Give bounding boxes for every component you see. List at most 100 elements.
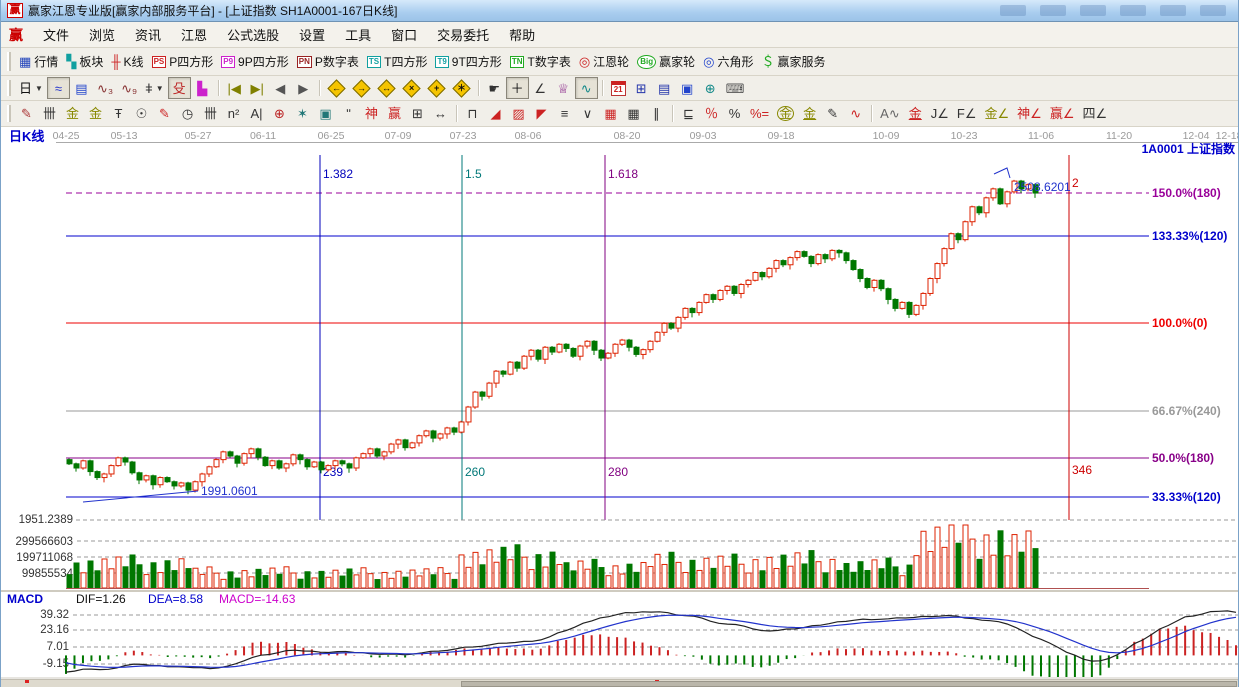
- zigzag-tool[interactable]: ∨: [576, 103, 599, 125]
- p-number-table-button[interactable]: PN P数字表: [293, 51, 363, 73]
- shen-angle-tool[interactable]: 神∠: [1013, 103, 1046, 125]
- parallel-lines-tool[interactable]: ∥: [645, 103, 668, 125]
- four-angle-tool[interactable]: 四∠: [1078, 103, 1111, 125]
- menu-item-交易委托[interactable]: 交易委托: [427, 22, 499, 47]
- gann-wheel-button[interactable]: ◎ 江恩轮: [575, 51, 633, 73]
- diary-button[interactable]: ▤: [653, 77, 676, 99]
- gold-level-tool[interactable]: 金: [798, 103, 821, 125]
- percent-line-tool[interactable]: ％: [700, 103, 723, 125]
- hexagon-button[interactable]: ◎ 六角形: [699, 51, 757, 73]
- angle-marks-tool[interactable]: ʺ: [337, 103, 360, 125]
- network-button[interactable]: ⊕: [699, 77, 722, 99]
- gann-fan-tool[interactable]: ◢: [484, 103, 507, 125]
- nine-t-square-button[interactable]: T9 9T四方形: [431, 51, 505, 73]
- price-table-tool[interactable]: ⊑: [677, 103, 700, 125]
- menu-item-江恩[interactable]: 江恩: [171, 22, 217, 47]
- dense-lines-tool[interactable]: 卌: [199, 103, 222, 125]
- titlebar-status-item[interactable]: [1200, 5, 1226, 16]
- diamond-expand-button[interactable]: +: [424, 77, 449, 99]
- gold-circle-tool[interactable]: 金: [773, 103, 798, 125]
- box-frame-tool[interactable]: ⊓: [461, 103, 484, 125]
- note-tool[interactable]: ▤: [70, 77, 93, 99]
- titlebar-status-item[interactable]: [1040, 5, 1066, 16]
- nine-p-square-button[interactable]: P9 9P四方形: [217, 51, 292, 73]
- calendar-button[interactable]: 21: [607, 77, 630, 99]
- titlebar-status-item[interactable]: [1000, 5, 1026, 16]
- square-web-tool[interactable]: ▣: [314, 103, 337, 125]
- circle-cross-tool[interactable]: ⊕: [268, 103, 291, 125]
- kline-chart[interactable]: 04-25 05-13 05-27 06-11 06-25 07-09 07-23 08-06…: [1, 127, 1239, 679]
- prev-page-button[interactable]: ◀: [269, 77, 292, 99]
- menu-item-工具[interactable]: 工具: [335, 22, 381, 47]
- gold-angle-tool[interactable]: 金∠: [981, 103, 1014, 125]
- last-page-button[interactable]: ▶|: [246, 77, 269, 99]
- ruler-tool[interactable]: ⊞: [406, 103, 429, 125]
- percent-tool[interactable]: %: [723, 103, 746, 125]
- diamond-hspan-button[interactable]: ↔: [374, 77, 399, 99]
- horizontal-scrollbar[interactable]: [1, 679, 1238, 687]
- crosshair-tool[interactable]: ＋: [505, 77, 529, 99]
- angle-measure-tool[interactable]: ∠: [529, 77, 552, 99]
- percent-level-tool[interactable]: %=: [746, 103, 773, 125]
- menu-item-设置[interactable]: 设置: [289, 22, 335, 47]
- hand-tool[interactable]: ☛: [483, 77, 506, 99]
- grid-lines-tool[interactable]: 卌: [38, 103, 61, 125]
- f-angle-tool[interactable]: F∠: [953, 103, 981, 125]
- kline-button[interactable]: ╫ K线: [107, 51, 147, 73]
- red-grid-tool[interactable]: ▦: [599, 103, 622, 125]
- diamond-close-button[interactable]: ×: [399, 77, 424, 99]
- f-lines-tool[interactable]: Ŧ: [107, 103, 130, 125]
- j-angle-tool[interactable]: J∠: [927, 103, 953, 125]
- first-page-button[interactable]: |◀: [223, 77, 246, 99]
- crown-tool[interactable]: ♕: [552, 77, 575, 99]
- a-line-tool[interactable]: A|: [245, 103, 268, 125]
- shen-tool[interactable]: 神: [360, 103, 383, 125]
- ying-tool[interactable]: 赢: [383, 103, 406, 125]
- wave3-tool[interactable]: ∿₃: [93, 77, 117, 99]
- histogram-tool[interactable]: ▙: [191, 77, 214, 99]
- gold-line2-tool[interactable]: 金: [84, 103, 107, 125]
- wave-scan-tool[interactable]: ∿: [574, 77, 598, 99]
- gold-line-tool[interactable]: 金: [61, 103, 84, 125]
- p-square-button[interactable]: PS P四方形: [148, 51, 218, 73]
- menu-item-帮助[interactable]: 帮助: [499, 22, 545, 47]
- rays-tool[interactable]: ≡: [553, 103, 576, 125]
- marker-tool[interactable]: ✎: [153, 103, 176, 125]
- spiral-tool[interactable]: ☉: [130, 103, 153, 125]
- t-number-table-button[interactable]: TN T数字表: [506, 51, 575, 73]
- gann-fan3-tool[interactable]: ◤: [530, 103, 553, 125]
- menu-item-文件[interactable]: 文件: [33, 22, 79, 47]
- menu-item-窗口[interactable]: 窗口: [381, 22, 427, 47]
- n-square-tool[interactable]: n²: [222, 103, 245, 125]
- wave-a-tool[interactable]: ∿: [844, 103, 867, 125]
- wave9-tool[interactable]: ∿₉: [117, 77, 141, 99]
- titlebar-status-item[interactable]: [1160, 5, 1186, 16]
- calculator-button[interactable]: ⊞: [630, 77, 653, 99]
- blade-tool[interactable]: ✎: [15, 103, 38, 125]
- brush-tool[interactable]: ✎: [821, 103, 844, 125]
- menu-item-公式选股[interactable]: 公式选股: [217, 22, 289, 47]
- span-arrow-tool[interactable]: ↔: [429, 103, 452, 125]
- diamond-move-button[interactable]: ＊: [449, 77, 474, 99]
- freehand-tool[interactable]: ≈: [46, 77, 70, 99]
- menu-item-资讯[interactable]: 资讯: [125, 22, 171, 47]
- grid-arrow-tool[interactable]: ▦: [622, 103, 645, 125]
- menu-item-浏览[interactable]: 浏览: [79, 22, 125, 47]
- quotes-button[interactable]: ▦ 行情: [15, 51, 62, 73]
- sectors-button[interactable]: ▚ 板块: [62, 51, 107, 73]
- ying-angle-tool[interactable]: 赢∠: [1046, 103, 1079, 125]
- next-page-button[interactable]: ▶: [292, 77, 315, 99]
- a-wave-tool[interactable]: A∿: [876, 103, 904, 125]
- gold-underline-tool[interactable]: 金: [904, 103, 927, 125]
- titlebar-status-item[interactable]: [1080, 5, 1106, 16]
- diamond-right-button[interactable]: →: [349, 77, 374, 99]
- scrollbar-thumb[interactable]: [461, 681, 1237, 687]
- pattern-stamp-tool[interactable]: 殳: [167, 77, 191, 99]
- diamond-left-button[interactable]: ←: [324, 77, 349, 99]
- gann-fan2-tool[interactable]: ▨: [507, 103, 530, 125]
- print-button[interactable]: ⌨: [722, 77, 749, 99]
- chart-area[interactable]: 04-25 05-13 05-27 06-11 06-25 07-09 07-23 08-06…: [1, 127, 1239, 679]
- t-square-button[interactable]: TS T四方形: [363, 51, 432, 73]
- titlebar-status-item[interactable]: [1120, 5, 1146, 16]
- winner-wheel-button[interactable]: Big 赢家轮: [633, 51, 699, 73]
